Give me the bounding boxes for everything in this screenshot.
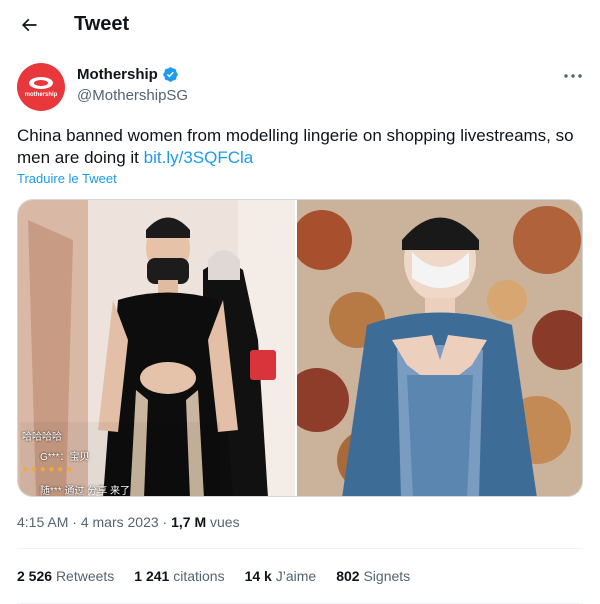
- author-name-row: Mothership: [77, 66, 179, 83]
- tweet-date[interactable]: 4 mars 2023: [81, 514, 159, 530]
- author-handle[interactable]: @MothershipSG: [77, 87, 188, 104]
- arrow-left-icon: [21, 18, 37, 32]
- stat-likes[interactable]: 14 k J’aime: [245, 568, 317, 584]
- heart-pose-photo-image: [297, 200, 582, 496]
- divider: [17, 548, 583, 549]
- stat-likes-label: J’aime: [275, 568, 317, 584]
- media-photo-right[interactable]: [297, 200, 582, 496]
- avatar[interactable]: mothership: [17, 63, 65, 111]
- tweet-meta: 4:15 AM · 4 mars 2023 · 1,7 M vues: [17, 514, 240, 530]
- page-title: Tweet: [74, 13, 130, 35]
- livestream-emoji-row: ● ● ● ● ● ●: [22, 464, 73, 475]
- tweet-stats: 2 526 Retweets 1 241 citations 14 k J’ai…: [17, 568, 430, 584]
- back-button[interactable]: [12, 8, 46, 42]
- tweet-time[interactable]: 4:15 AM: [17, 514, 68, 530]
- livestream-comment-1: 哈哈哈哈: [22, 432, 62, 443]
- views-label: vues: [210, 514, 240, 530]
- media-grid[interactable]: 哈哈哈哈 G***：宝贝 ● ● ● ● ● ● 随*** 通过 分享 来了: [17, 199, 583, 497]
- livestream-comment-3: 随*** 通过 分享 来了: [40, 486, 131, 496]
- more-horizontal-icon: [564, 74, 582, 78]
- stat-quotes[interactable]: 1 241 citations: [134, 568, 224, 584]
- header-bar: Tweet: [0, 0, 600, 50]
- livestream-comment-2: G***：宝贝: [40, 452, 90, 463]
- author-display-name[interactable]: Mothership: [77, 66, 158, 83]
- views-count: 1,7 M: [171, 514, 207, 530]
- stat-bookmarks[interactable]: 802 Signets: [336, 568, 410, 584]
- more-options-button[interactable]: [560, 64, 586, 88]
- stat-likes-count: 14 k: [244, 568, 272, 584]
- mothership-logo-icon: [29, 77, 53, 89]
- translate-tweet-link[interactable]: Traduire le Tweet: [17, 171, 117, 186]
- tweet-body: China banned women from modelling linger…: [17, 126, 574, 167]
- stat-bookmarks-label: Signets: [363, 568, 411, 584]
- verified-badge-icon: [163, 67, 178, 82]
- meta-separator-2: ·: [162, 514, 172, 530]
- stat-retweets[interactable]: 2 526 Retweets: [17, 568, 114, 584]
- stat-bookmarks-count: 802: [336, 568, 360, 584]
- stat-quotes-count: 1 241: [134, 568, 170, 584]
- media-photo-left[interactable]: 哈哈哈哈 G***：宝贝 ● ● ● ● ● ● 随*** 通过 分享 来了: [18, 200, 296, 496]
- tweet-text: China banned women from modelling linger…: [17, 125, 587, 169]
- avatar-logo-text: mothership: [24, 92, 58, 98]
- meta-separator-1: ·: [72, 514, 81, 530]
- stat-retweets-count: 2 526: [17, 568, 53, 584]
- stat-retweets-label: Retweets: [55, 568, 115, 584]
- stat-quotes-label: citations: [173, 568, 225, 584]
- tweet-link[interactable]: bit.ly/3SQFCla: [144, 148, 254, 167]
